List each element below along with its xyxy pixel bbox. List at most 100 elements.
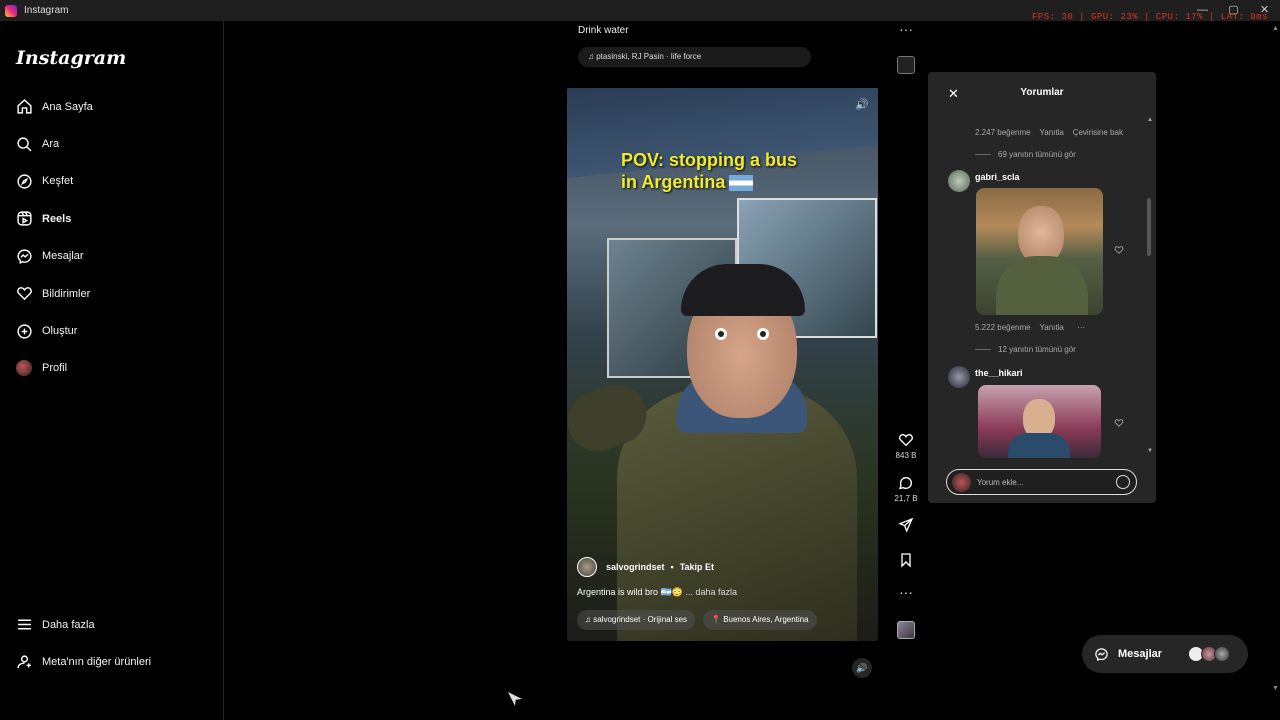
avatar[interactable] xyxy=(948,366,970,388)
reply-line xyxy=(975,154,991,156)
messenger-icon xyxy=(1095,647,1108,661)
sidebar-item-meta-products[interactable]: Meta'nın diğer ürünleri xyxy=(0,643,223,680)
comment-count: 21,7 B xyxy=(894,494,918,503)
audio-thumbnail[interactable] xyxy=(897,621,915,639)
sidebar-item-label: Keşfet xyxy=(42,175,74,188)
page-scroll-down-icon[interactable]: ▼ xyxy=(1272,685,1279,692)
save-action[interactable] xyxy=(892,552,920,568)
comment-2-more[interactable]: ··· xyxy=(1077,323,1085,332)
sidebar-item-explore[interactable]: Keşfet xyxy=(0,163,223,200)
comment-action[interactable]: 21,7 B xyxy=(892,475,920,503)
sidebar: Instagram Ana Sayfa Ara Keşfet Reels Mes… xyxy=(0,21,224,720)
like-count: 843 B xyxy=(895,451,917,460)
comment-1-translate[interactable]: Çevirisine bak xyxy=(1073,128,1123,137)
reply-line xyxy=(975,349,991,351)
comment-icon[interactable] xyxy=(898,475,914,491)
comment-3-like-icon[interactable] xyxy=(1114,418,1124,428)
heart-icon[interactable] xyxy=(898,432,914,448)
sidebar-item-label: Oluştur xyxy=(42,325,78,338)
sidebar-item-notifications[interactable]: Bildirimler xyxy=(0,275,223,312)
reel-author: salvogrindset • Takip Et xyxy=(577,557,714,577)
music-label: ptasinski, RJ Pasin · life force xyxy=(596,52,702,61)
avatar xyxy=(952,473,971,492)
sidebar-item-label: Bildirimler xyxy=(42,287,91,300)
sidebar-bottom: Daha fazla Meta'nın diğer ürünleri xyxy=(0,606,223,681)
plus-square-icon xyxy=(17,323,32,339)
reel-location-pill[interactable]: 📍 Buenos Aires, Argentina xyxy=(703,610,817,630)
previous-reel-caption: Drink water xyxy=(578,25,629,36)
argentina-flag-icon xyxy=(729,175,754,192)
reel-video[interactable]: POV: stopping a bus in Argentina 🔊 salvo… xyxy=(567,88,878,641)
comment-2-like-icon[interactable] xyxy=(1114,245,1124,255)
comment-input[interactable] xyxy=(977,474,1107,490)
sidebar-item-create[interactable]: Oluştur xyxy=(0,312,223,349)
sidebar-item-profile[interactable]: Profil xyxy=(0,350,223,387)
emoji-icon[interactable] xyxy=(1116,475,1130,489)
comments-scrollbar[interactable] xyxy=(1147,198,1151,256)
compass-icon xyxy=(17,174,32,189)
previous-reel-music-pill[interactable]: ♫ ptasinski, RJ Pasin · life force xyxy=(578,47,811,67)
comment-2-username[interactable]: gabri_scla xyxy=(975,172,1020,182)
volume-icon[interactable]: 🔊 xyxy=(855,98,869,111)
share-action[interactable] xyxy=(892,517,920,533)
sidebar-item-home[interactable]: Ana Sayfa xyxy=(0,88,223,125)
previous-reel-more-icon[interactable]: ··· xyxy=(899,21,913,37)
mouse-cursor-icon xyxy=(508,692,522,706)
instagram-logo[interactable]: Instagram xyxy=(16,47,126,69)
reel-audio-pill[interactable]: ♫ salvogrindset · Orijinal ses xyxy=(577,610,696,630)
comment-2-actions: 5.222 beğenme Yanıtla ··· xyxy=(975,323,1085,332)
scroll-down-icon[interactable]: ▼ xyxy=(1147,448,1153,454)
comment-2-view-replies[interactable]: 12 yanıtın tümünü gör xyxy=(975,345,1076,354)
sidebar-item-search[interactable]: Ara xyxy=(0,125,223,162)
sidebar-item-label: Ana Sayfa xyxy=(42,100,93,113)
comment-1-reply[interactable]: Yanıtla xyxy=(1040,128,1064,137)
sidebar-item-label: Profil xyxy=(42,362,68,375)
reels-icon xyxy=(17,211,32,226)
sidebar-item-label: Mesajlar xyxy=(42,250,84,263)
caption-more-link[interactable]: ... daha fazla xyxy=(685,587,737,597)
sidebar-item-more[interactable]: Daha fazla xyxy=(0,606,223,643)
image-uniform xyxy=(996,256,1088,315)
overlay-line-1: POV: stopping a bus xyxy=(621,150,798,170)
previous-reel-audio-thumb[interactable] xyxy=(897,56,915,74)
comment-1-actions: 2.247 beğenme Yanıtla Çevirisine bak xyxy=(975,128,1123,137)
page-scroll-up-icon[interactable]: ▲ xyxy=(1272,25,1279,32)
reel-caption: Argentina is wild bro 🇦🇷😳 ... daha fazla xyxy=(577,587,737,598)
caption-text: Argentina is wild bro 🇦🇷😳 xyxy=(577,587,683,597)
comment-1-likes: 2.247 beğenme xyxy=(975,128,1031,137)
sidebar-item-label: Ara xyxy=(42,138,60,151)
home-icon xyxy=(17,99,32,114)
video-scene-eye xyxy=(715,328,727,340)
like-action[interactable]: 843 B xyxy=(892,432,920,460)
comment-2-reply[interactable]: Yanıtla xyxy=(1040,323,1064,332)
comment-3-username[interactable]: the__hikari xyxy=(975,368,1023,378)
sidebar-item-label: Meta'nın diğer ürünleri xyxy=(42,656,152,669)
sidebar-item-label: Reels xyxy=(42,212,72,225)
follow-button[interactable]: Takip Et xyxy=(680,562,714,572)
sidebar-item-messages[interactable]: Mesajlar xyxy=(0,238,223,275)
avatar[interactable] xyxy=(948,170,970,192)
next-reel-volume-icon[interactable]: 🔊 xyxy=(852,658,872,678)
comment-1-view-replies[interactable]: 69 yanıtın tümünü gör xyxy=(975,150,1076,159)
reel-username[interactable]: salvogrindset xyxy=(606,562,665,572)
comment-3-image[interactable] xyxy=(978,385,1101,458)
view-replies-label: 69 yanıtın tümünü gör xyxy=(998,150,1076,159)
reel-overlay-text: POV: stopping a bus in Argentina xyxy=(621,149,797,193)
video-scene-eye xyxy=(757,328,769,340)
bookmark-icon[interactable] xyxy=(898,552,914,568)
more-options-icon[interactable]: ··· xyxy=(892,584,920,600)
avatar xyxy=(16,360,32,377)
scroll-up-icon[interactable]: ▲ xyxy=(1147,117,1153,123)
avatar[interactable] xyxy=(577,557,597,577)
sidebar-nav: Ana Sayfa Ara Keşfet Reels Mesajlar Bild… xyxy=(0,88,223,387)
message-avatars xyxy=(1188,646,1230,662)
messages-float-button[interactable]: Mesajlar xyxy=(1082,635,1248,673)
sidebar-item-reels[interactable]: Reels xyxy=(0,200,223,237)
sidebar-item-label: Daha fazla xyxy=(42,618,95,631)
comment-2-image[interactable] xyxy=(976,188,1103,315)
page-scrollbar[interactable]: ▲ ▼ xyxy=(1270,21,1280,720)
send-icon[interactable] xyxy=(898,517,914,533)
instagram-app-icon xyxy=(5,4,17,17)
overlay-line-2: in Argentina xyxy=(621,172,726,192)
avatar xyxy=(1214,646,1230,662)
